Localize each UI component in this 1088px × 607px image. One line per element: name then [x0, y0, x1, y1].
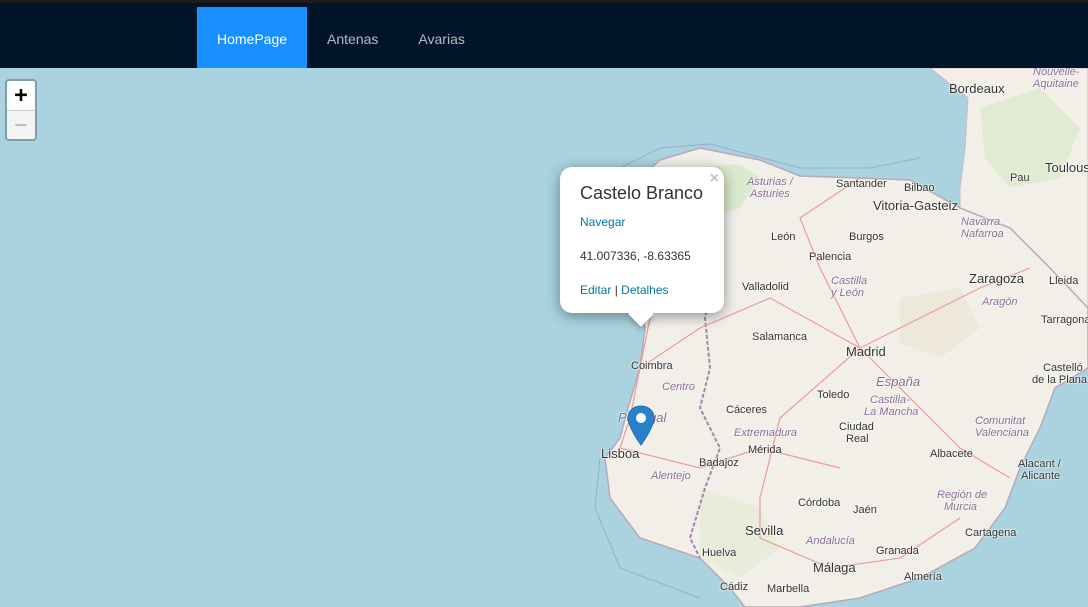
map-label-palencia: Palencia: [809, 251, 852, 263]
map-land: [594, 68, 1088, 607]
map-label-extremadura: Extremadura: [734, 427, 797, 439]
map-label-coimbra: Coimbra: [631, 360, 673, 372]
nav-item-homepage[interactable]: HomePage: [197, 7, 308, 71]
map-label-bilbao: Bilbao: [904, 182, 935, 194]
map-label-madrid: Madrid: [846, 344, 886, 359]
map-label-espana: España: [876, 374, 921, 389]
map-marker-pin-icon[interactable]: [627, 405, 655, 446]
map-label-merida: Mérida: [748, 444, 782, 456]
map-label-sevilla: Sevilla: [745, 523, 784, 538]
map-label-centro: Centro: [662, 381, 696, 393]
map-label-burgos: Burgos: [849, 231, 884, 243]
map-label-pau: Pau: [1010, 172, 1030, 184]
map-label-nafarroa: Nafarroa: [961, 228, 1004, 240]
popup-navigate-link[interactable]: Navegar: [580, 215, 625, 229]
map-label-lisboa: Lisboa: [601, 446, 640, 461]
map-label-badajoz: Badajoz: [699, 457, 739, 469]
zoom-control: + −: [5, 79, 37, 141]
map-label-albacete: Albacete: [930, 448, 973, 460]
nav-item-antenas[interactable]: Antenas: [307, 7, 398, 71]
map-label-castilla-mancha-2: La Mancha: [864, 406, 919, 418]
popup-actions: Editar | Detalhes: [580, 283, 669, 297]
nav-item-avarias[interactable]: Avarias: [398, 7, 484, 71]
map-label-cartagena: Cartagena: [965, 527, 1017, 539]
map-label-murcia-2: Murcia: [944, 501, 978, 513]
map-label-nouvelle-aquitaine-2: Aquitaine: [1033, 78, 1079, 90]
map-label-asturies: Asturies: [750, 188, 790, 200]
zoom-out-button[interactable]: −: [7, 110, 35, 139]
map-label-salamanca: Salamanca: [752, 331, 808, 343]
map-label-tarragona: Tarragona: [1041, 314, 1088, 326]
map-label-murcia-1: Región de: [937, 489, 988, 501]
map-view[interactable]: + − Bordeaux Nouvelle- Aquitaine Toulous…: [0, 68, 1088, 607]
map-label-marbella: Marbella: [767, 583, 810, 595]
map-label-malaga: Málaga: [813, 560, 856, 575]
map-label-nouvelle-aquitaine-1: Nouvelle-: [1033, 68, 1080, 78]
map-popup: × Castelo Branco Navegar 41.007336, -8.6…: [560, 167, 724, 327]
map-label-toulouse: Toulous: [1045, 160, 1088, 175]
map-label-cordoba: Córdoba: [798, 497, 841, 509]
popup-actions-separator: |: [611, 283, 622, 297]
map-label-almeria: Almería: [904, 571, 942, 583]
map-label-castilla-leon-2: y León: [831, 287, 865, 299]
map-label-cadiz: Cádiz: [720, 581, 749, 593]
map-label-castello-1: Castelló: [1043, 362, 1083, 374]
map-label-santander: Santander: [836, 178, 887, 190]
map-label-ciudad-real-2: Real: [846, 433, 869, 445]
nav-menu: HomePage Antenas Avarias: [197, 7, 485, 71]
zoom-in-button[interactable]: +: [7, 81, 35, 110]
map-label-ciudad-real-1: Ciudad: [839, 421, 874, 433]
map-label-alacant-1: Alacant /: [1018, 458, 1061, 470]
map-label-comunitat-2: Valenciana: [975, 427, 1030, 439]
map-label-lleida: Lleida: [1049, 275, 1079, 287]
popup-coordinates: 41.007336, -8.63365: [580, 249, 691, 263]
map-label-alacant-2: Alicante: [1021, 470, 1061, 482]
top-navbar: HomePage Antenas Avarias: [0, 0, 1088, 71]
map-label-andalucia: Andalucía: [806, 535, 855, 547]
map-label-asturias: Asturias /: [747, 176, 793, 188]
map-label-granada: Granada: [876, 545, 919, 557]
popup-close-button[interactable]: ×: [710, 170, 719, 188]
map-label-aragon: Aragón: [982, 296, 1018, 308]
popup-details-link[interactable]: Detalhes: [621, 283, 668, 297]
map-label-toledo: Toledo: [817, 389, 850, 401]
map-label-vitoria: Vitoria-Gasteiz: [873, 198, 959, 213]
map-label-comunitat-1: Comunitat: [975, 415, 1026, 427]
map-label-castilla-leon-1: Castilla: [831, 275, 868, 287]
map-label-bordeaux: Bordeaux: [949, 81, 1005, 96]
map-label-castilla-mancha-1: Castilla-: [870, 394, 910, 406]
map-label-huelva: Huelva: [702, 547, 737, 559]
popup-title: Castelo Branco: [580, 183, 704, 203]
popup-edit-link[interactable]: Editar: [580, 283, 611, 297]
map-label-leon: León: [771, 231, 796, 243]
map-label-valladolid: Valladolid: [742, 281, 789, 293]
map-label-alentejo: Alentejo: [651, 470, 691, 482]
map-label-caceres: Cáceres: [726, 404, 767, 416]
map-label-navarra: Navarra: [961, 216, 1001, 228]
map-label-jaen: Jaén: [853, 504, 877, 516]
map-label-zaragoza: Zaragoza: [969, 271, 1024, 286]
map-label-castello-2: de la Plana: [1032, 374, 1088, 386]
